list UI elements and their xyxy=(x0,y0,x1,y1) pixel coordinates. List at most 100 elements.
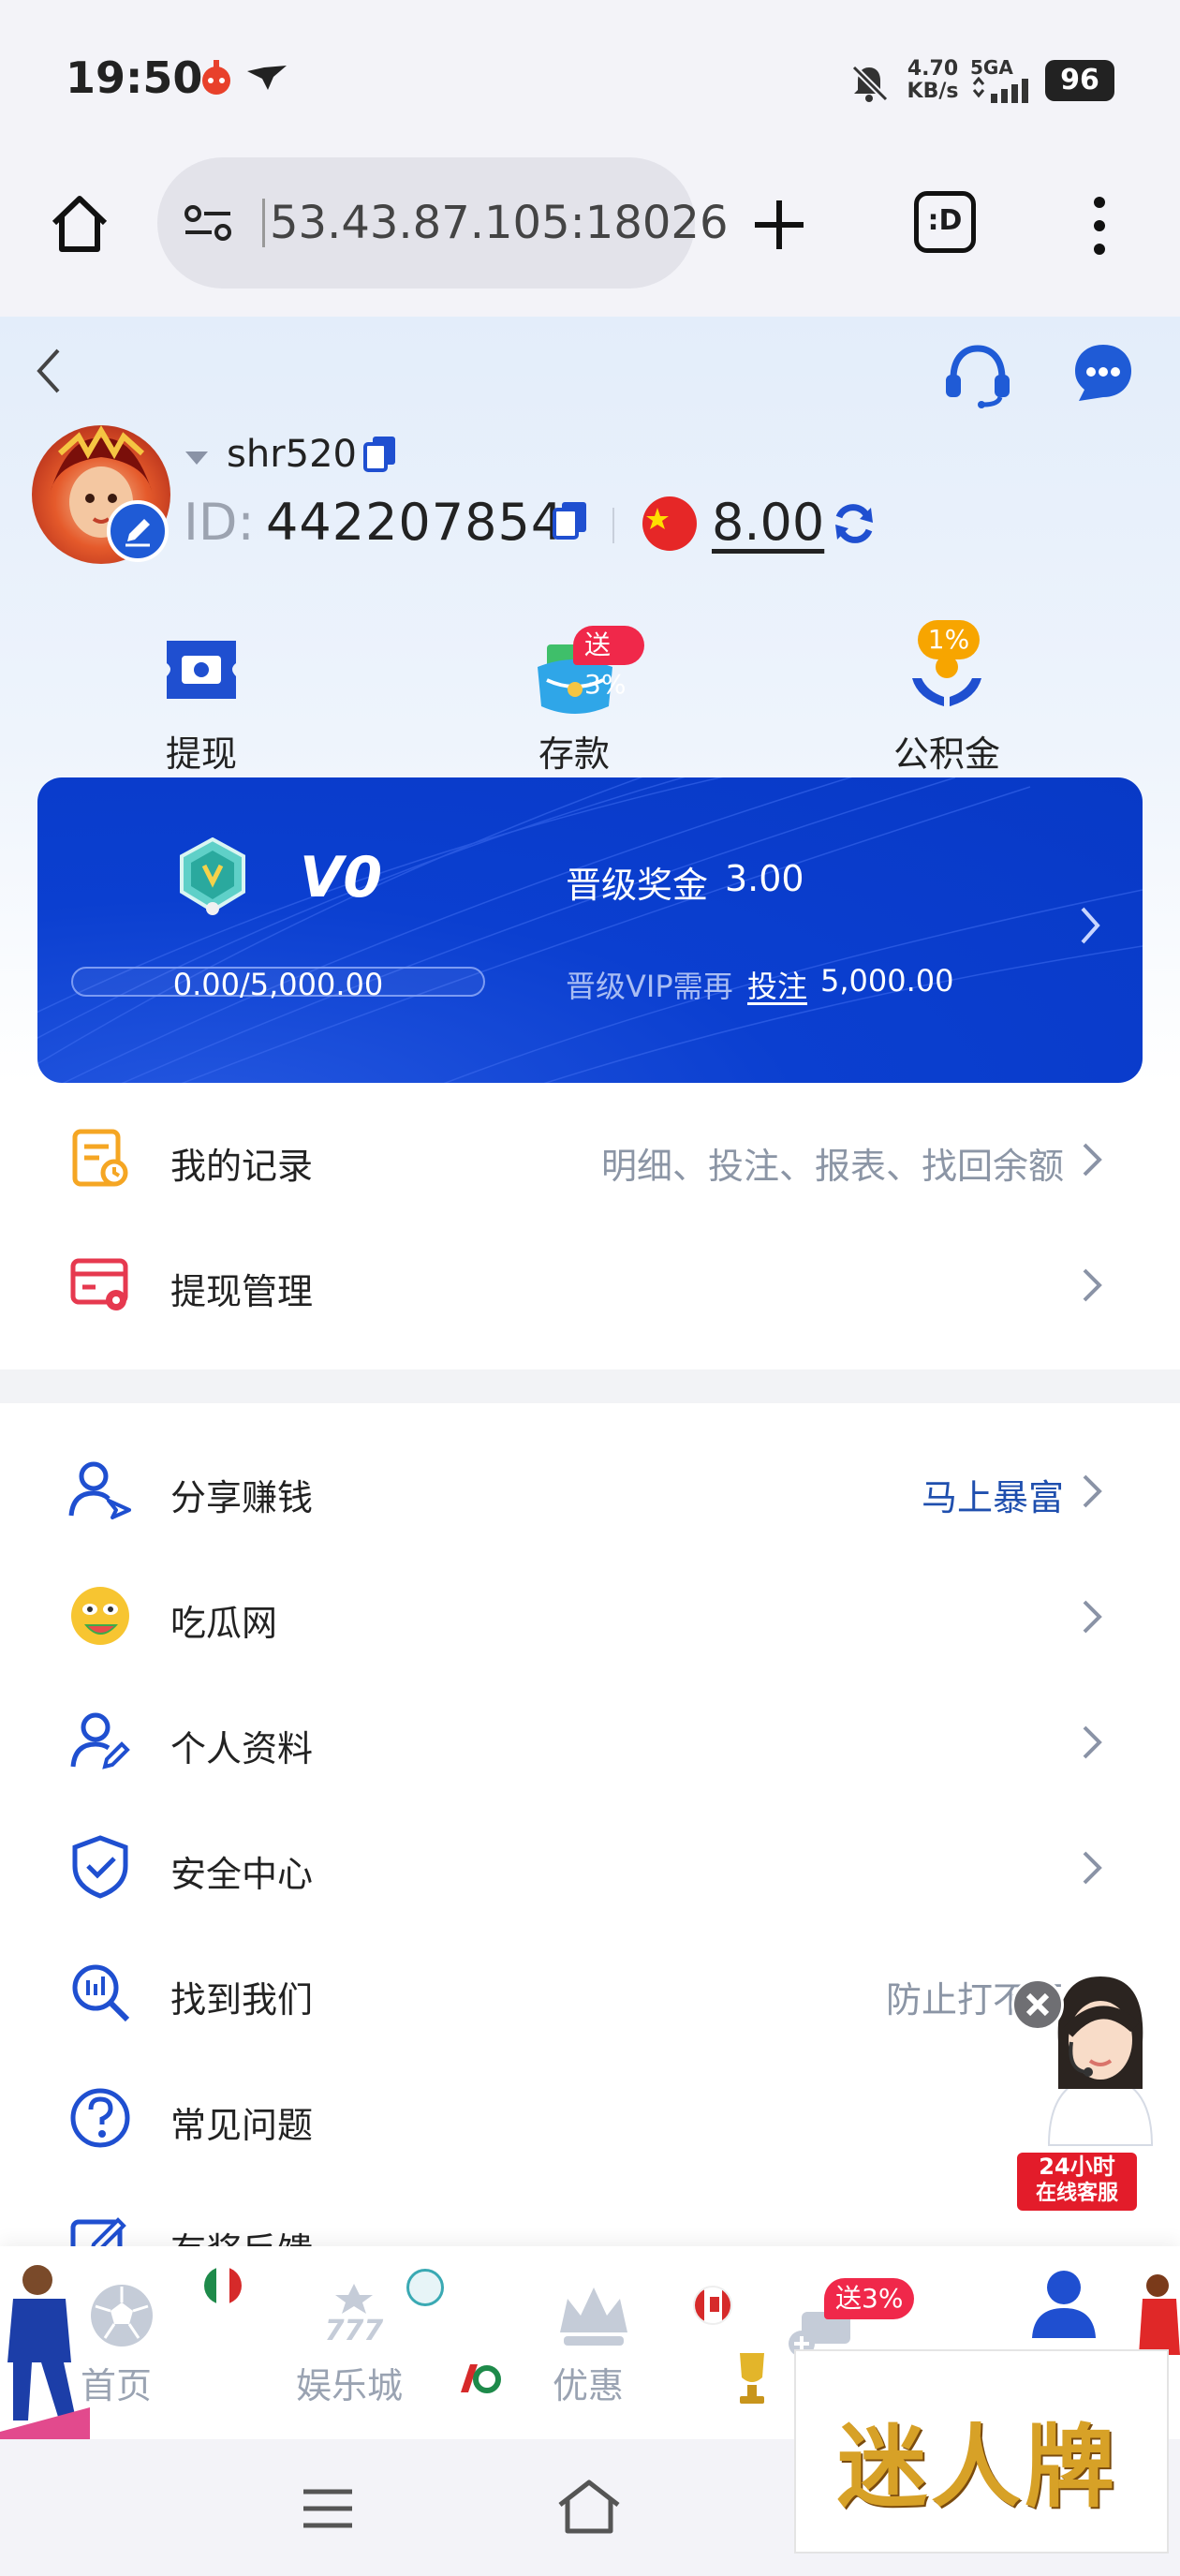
decoration-badge-icon xyxy=(406,2269,444,2306)
tab-switcher-button[interactable]: :D xyxy=(914,191,976,253)
menu-label: 常见问题 xyxy=(170,2105,314,2146)
menu-item-records[interactable]: 我的记录 明细、投注、报表、找回余额 xyxy=(0,1096,1180,1221)
menu-item-security[interactable]: 安全中心 xyxy=(0,1804,1180,1930)
support-widget[interactable]: 24小时 在线客服 xyxy=(1011,1967,1180,2216)
deposit-label: 存款 xyxy=(538,733,610,775)
battery-indicator: 96 xyxy=(1045,60,1114,101)
menu-item-faq[interactable]: 常见问题 xyxy=(0,2055,1180,2181)
balance[interactable]: 8.00 xyxy=(712,493,824,552)
profile-icon xyxy=(1026,2265,1101,2340)
site-settings-icon[interactable] xyxy=(182,202,234,244)
chevron-right-icon xyxy=(1081,1266,1103,1308)
fund-label: 公积金 xyxy=(892,733,1000,775)
withdraw-icon xyxy=(163,635,240,704)
fund-hands-icon xyxy=(908,654,985,712)
vip-level: V0 xyxy=(300,845,383,910)
network-type: 5GA xyxy=(970,56,1013,79)
vip-card-pattern xyxy=(37,777,1143,1083)
menu-item-share-earn[interactable]: 分享赚钱 马上暴富 xyxy=(0,1428,1180,1553)
copy-id-icon[interactable] xyxy=(553,500,588,541)
share-user-icon xyxy=(67,1458,133,1523)
menu-item-feedback[interactable]: 有奖反馈 xyxy=(0,2181,1180,2246)
tab-casino[interactable]: 777 娱乐城 xyxy=(296,2282,418,2413)
menu-label: 提现管理 xyxy=(170,1271,314,1312)
tab-promotions[interactable]: 优惠 xyxy=(547,2282,650,2413)
vip-badge-icon xyxy=(178,836,247,916)
withdraw-label: 提现 xyxy=(165,733,237,775)
support-banner: 24小时 在线客服 xyxy=(1017,2153,1137,2211)
melon-face-icon xyxy=(67,1583,133,1649)
close-support-icon[interactable] xyxy=(1011,1978,1064,2031)
menu-label: 安全中心 xyxy=(170,1854,314,1895)
section-divider xyxy=(0,1369,1180,1403)
support-line2: 在线客服 xyxy=(1035,2182,1118,2205)
net-speed-value: 4.70 xyxy=(907,57,959,81)
url-cursor xyxy=(262,199,265,247)
mute-icon xyxy=(848,62,890,103)
account-dropdown-icon[interactable] xyxy=(184,448,210,466)
username: shr520 xyxy=(227,433,357,476)
user-id: 442207854 xyxy=(266,493,565,552)
divider xyxy=(612,508,614,543)
menu-item-find-us[interactable]: 找到我们 防止打不开 xyxy=(0,1930,1180,2055)
decoration-logo-icon xyxy=(457,2361,502,2398)
fund-action[interactable]: 1% 公积金 xyxy=(877,620,1017,776)
vip-need-label: 晋级VIP需再 xyxy=(566,969,733,1004)
slot-777-icon: 777 xyxy=(315,2282,393,2349)
ad-banner[interactable]: 迷人牌 xyxy=(794,2349,1169,2554)
vip-card[interactable]: V0 0.00/5,000.00 晋级奖金 3.00 晋级VIP需再 投注 5,… xyxy=(37,777,1143,1083)
mexico-flag-icon xyxy=(204,2267,242,2304)
menu-item-profile[interactable]: 个人资料 xyxy=(0,1679,1180,1804)
status-bar: 19:50 4.70 KB/s 5GA 96 xyxy=(0,0,1180,159)
menu-hint: 明细、投注、报表、找回余额 xyxy=(600,1146,1064,1187)
edit-avatar-icon[interactable] xyxy=(107,500,169,562)
chevron-right-icon xyxy=(1081,1473,1103,1514)
id-label: ID: xyxy=(184,493,255,552)
menu-icon[interactable] xyxy=(300,2486,356,2531)
record-icon xyxy=(67,1126,133,1192)
tab-home[interactable]: 首页 xyxy=(75,2282,178,2413)
tab-badge: 送3% xyxy=(824,2278,915,2319)
canada-flag-icon xyxy=(693,2286,732,2325)
feedback-edit-icon xyxy=(67,2211,133,2246)
football-icon xyxy=(88,2282,155,2349)
browser-toolbar: 53.43.87.105:18026 :D xyxy=(0,150,1180,317)
system-home-icon[interactable] xyxy=(556,2477,622,2537)
menu-label: 个人资料 xyxy=(170,1728,314,1769)
menu-item-melon[interactable]: 吃瓜网 xyxy=(0,1553,1180,1679)
new-tab-icon[interactable] xyxy=(749,195,809,255)
back-icon[interactable] xyxy=(32,345,66,397)
trophy-icon xyxy=(730,2349,774,2406)
withdraw-action[interactable]: 提现 xyxy=(131,635,272,776)
copy-username-icon[interactable] xyxy=(363,435,397,472)
menu-label: 我的记录 xyxy=(170,1146,314,1187)
menu-item-withdraw-manage[interactable]: 提现管理 xyxy=(0,1221,1180,1347)
vip-bonus-value: 3.00 xyxy=(725,858,804,899)
notification-app-icon-2 xyxy=(245,62,288,94)
deposit-badge: 送3% xyxy=(573,626,644,700)
vip-bet-link[interactable]: 投注 xyxy=(747,963,807,1006)
more-options-icon[interactable] xyxy=(1088,195,1111,257)
deposit-action[interactable]: 送3% 存款 xyxy=(504,626,644,776)
vip-chevron-icon xyxy=(1079,905,1101,946)
chevron-right-icon xyxy=(1081,1598,1103,1639)
menu-label: 找到我们 xyxy=(170,1979,314,2021)
url-text[interactable]: 53.43.87.105:18026 xyxy=(270,197,729,249)
headset-support-icon[interactable] xyxy=(942,343,1013,408)
message-icon[interactable] xyxy=(1073,343,1133,403)
refresh-balance-icon[interactable] xyxy=(830,500,878,547)
profile-header: shr520 ID: 442207854 8.00 提现 送3% 存款 1% 公… xyxy=(0,317,1180,1085)
shield-check-icon xyxy=(67,1834,133,1900)
ad-text: 迷人牌 xyxy=(837,2414,1118,2520)
vip-bonus-label: 晋级奖金 xyxy=(566,865,709,906)
home-icon[interactable] xyxy=(47,191,112,257)
address-bar[interactable]: 53.43.87.105:18026 xyxy=(157,157,729,289)
vip-need-value: 5,000.00 xyxy=(820,963,954,999)
search-doc-icon xyxy=(67,1960,133,2025)
tab-count: :D xyxy=(927,204,963,237)
vip-progress-bar: 0.00/5,000.00 xyxy=(71,967,485,1002)
user-edit-icon xyxy=(67,1709,133,1774)
svg-text:777: 777 xyxy=(325,2315,384,2347)
tab-label: 娱乐城 xyxy=(296,2365,404,2406)
china-flag-icon xyxy=(642,496,697,551)
